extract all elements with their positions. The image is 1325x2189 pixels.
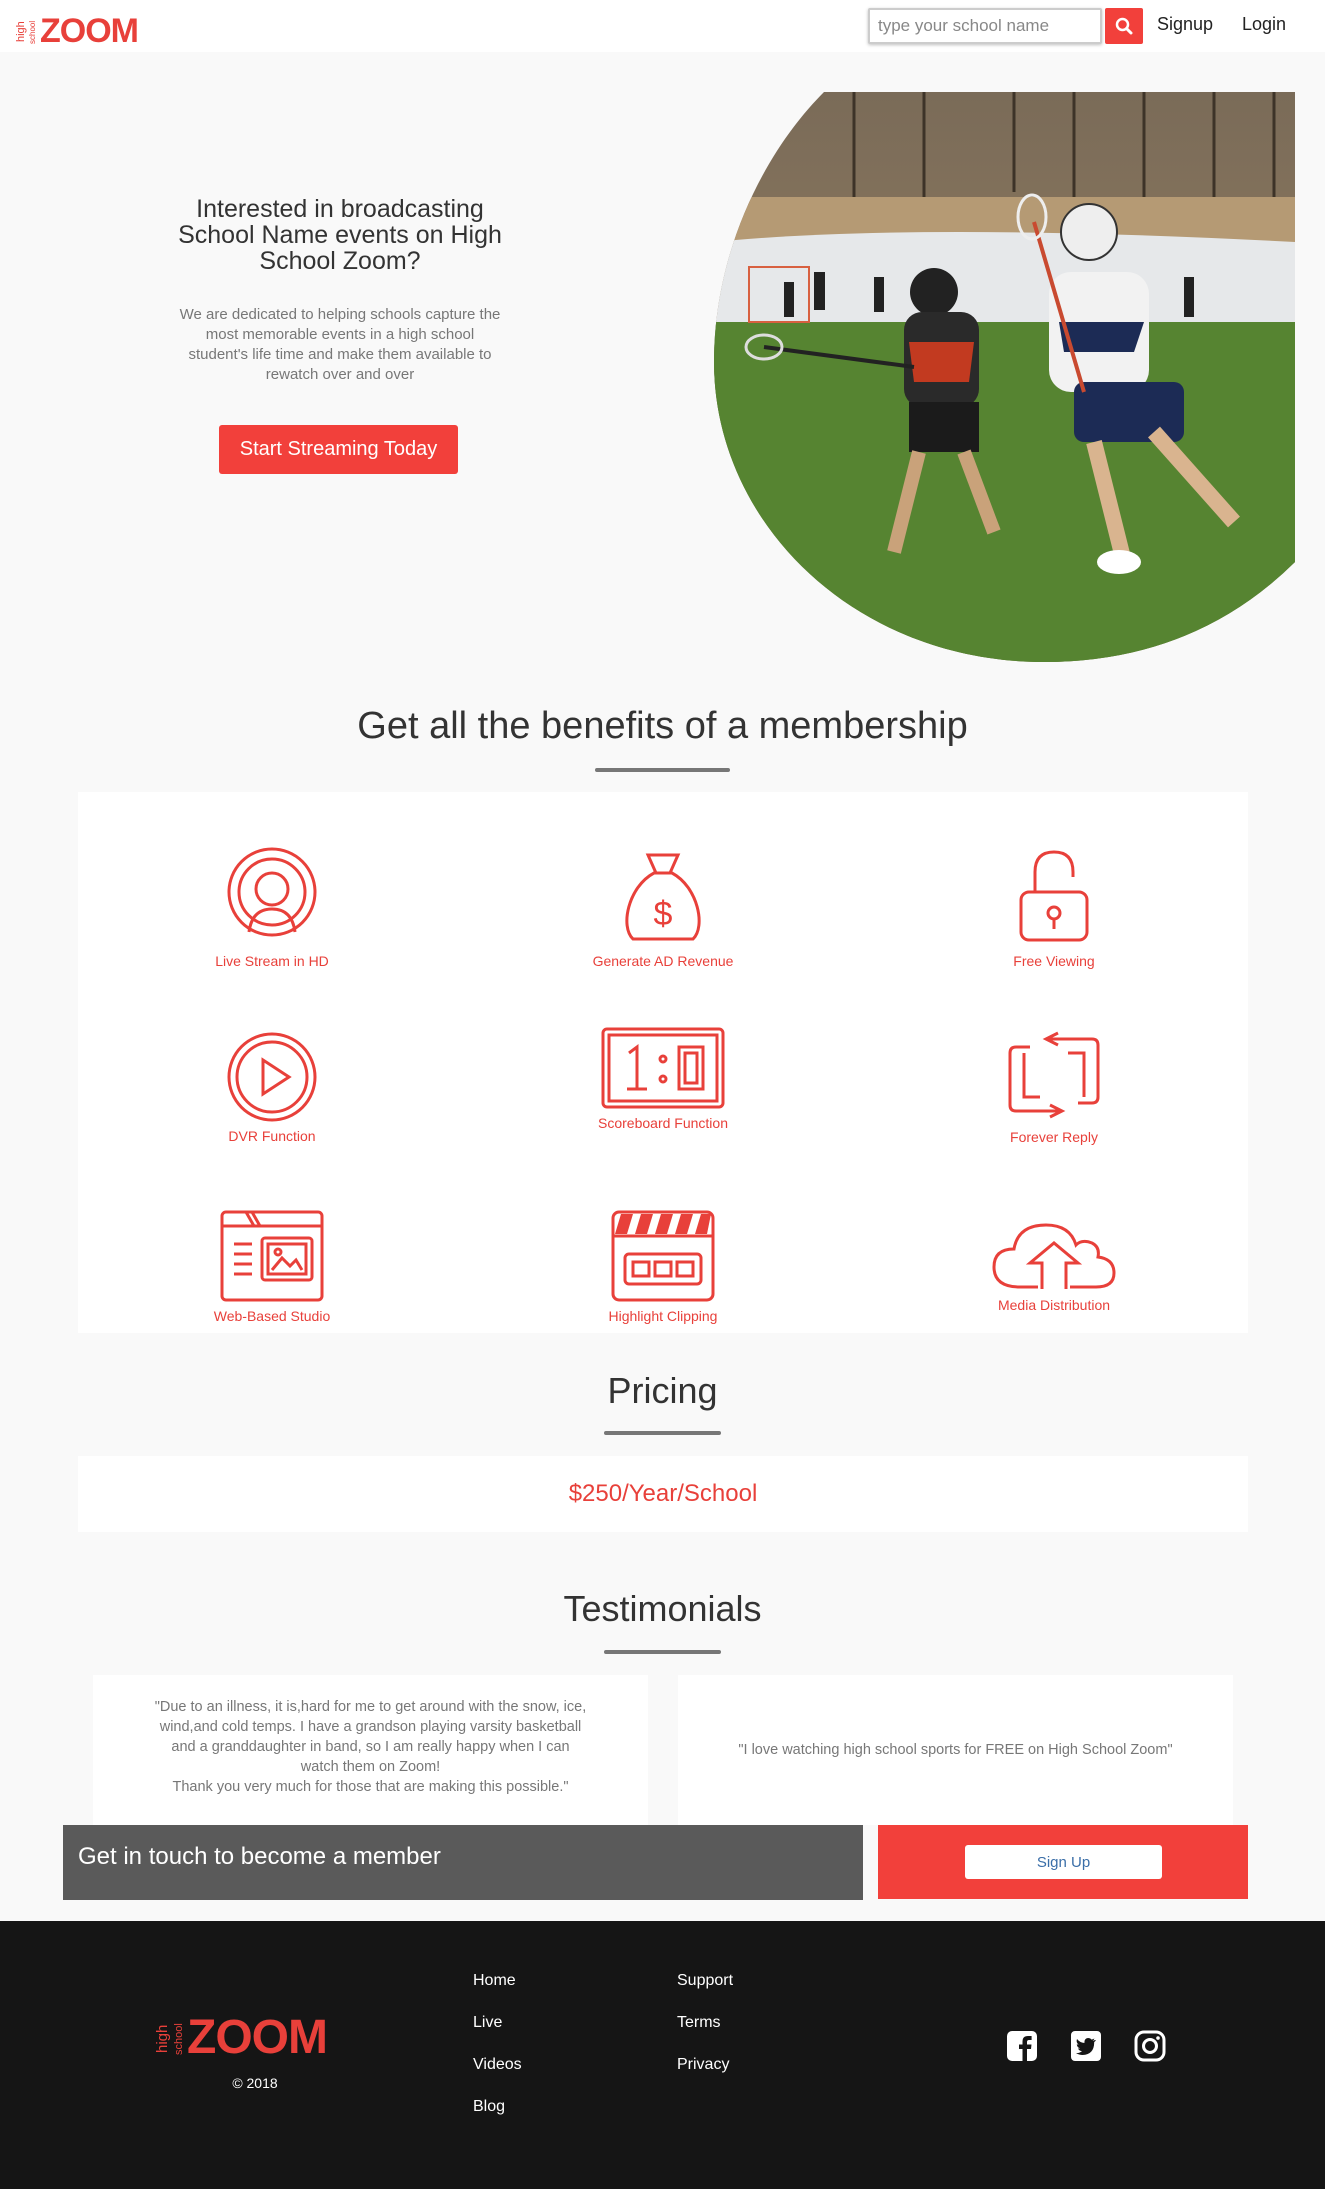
price-value: $250/Year/School bbox=[568, 1480, 758, 1507]
browser-studio-icon bbox=[220, 1210, 324, 1302]
svg-text:high: high bbox=[155, 2025, 171, 2053]
pricing-title-underline bbox=[604, 1431, 721, 1435]
pricing-title: Pricing bbox=[607, 1370, 718, 1411]
footer-link-support[interactable]: Support bbox=[677, 1972, 733, 1990]
cloud-upload-icon bbox=[992, 1223, 1116, 1289]
sign-up-button[interactable]: Sign Up bbox=[965, 1845, 1162, 1879]
school-search-input[interactable] bbox=[868, 8, 1102, 44]
benefit-label: Media Distribution bbox=[997, 1297, 1111, 1313]
hero-description: We are dedicated to helping schools capt… bbox=[179, 306, 501, 383]
benefit-label: Free Viewing bbox=[1013, 953, 1095, 969]
footer-link-terms[interactable]: Terms bbox=[677, 2014, 721, 2032]
benefits-title-underline bbox=[595, 768, 730, 772]
footer-logo[interactable]: high school ZOOM bbox=[154, 2005, 355, 2064]
cta-band-text: Get in touch to become a member bbox=[78, 1843, 441, 1870]
unlocked-padlock-icon bbox=[1019, 850, 1089, 942]
footer-link-videos[interactable]: Videos bbox=[473, 2056, 522, 2074]
cta-signup-panel: Sign Up bbox=[878, 1825, 1248, 1899]
benefits-panel: Live Stream in HD $ Generate AD Revenue … bbox=[78, 792, 1248, 1333]
benefit-scoreboard: Scoreboard Function bbox=[513, 1027, 813, 1131]
footer-link-privacy[interactable]: Privacy bbox=[677, 2056, 729, 2074]
benefit-highlight-clipping: Highlight Clipping bbox=[513, 1210, 813, 1324]
login-link[interactable]: Login bbox=[1242, 14, 1286, 35]
svg-text:high: high bbox=[15, 21, 27, 42]
benefit-label: Forever Reply bbox=[1010, 1129, 1098, 1145]
search-icon bbox=[1115, 17, 1133, 35]
footer-link-live[interactable]: Live bbox=[473, 2014, 502, 2032]
twitter-icon[interactable] bbox=[1070, 2030, 1102, 2062]
benefit-media-distribution: Media Distribution bbox=[904, 1217, 1204, 1313]
testimonial-quote: "I love watching high school sports for … bbox=[738, 1742, 1173, 1758]
benefit-ad-revenue: $ Generate AD Revenue bbox=[513, 847, 813, 969]
testimonial-card: "Due to an illness, it is,hard for me to… bbox=[93, 1675, 648, 1825]
footer-link-blog[interactable]: Blog bbox=[473, 2098, 505, 2116]
benefit-forever-reply: Forever Reply bbox=[904, 1027, 1204, 1145]
testimonials-title: Testimonials bbox=[563, 1588, 762, 1629]
benefit-label: DVR Function bbox=[228, 1128, 316, 1144]
svg-text:$: $ bbox=[654, 895, 673, 933]
money-bag-icon: $ bbox=[625, 853, 701, 941]
benefit-web-studio: Web-Based Studio bbox=[122, 1210, 422, 1324]
footer-link-home[interactable]: Home bbox=[473, 1972, 516, 1990]
contact-cta-band: Get in touch to become a member bbox=[63, 1825, 863, 1900]
live-stream-icon bbox=[227, 847, 317, 937]
svg-text:school: school bbox=[173, 2023, 185, 2055]
start-streaming-button[interactable]: Start Streaming Today bbox=[219, 425, 458, 474]
facebook-icon[interactable] bbox=[1006, 2030, 1038, 2062]
benefit-label: Generate AD Revenue bbox=[592, 953, 734, 969]
hero-title: Interested in broadcasting School Name e… bbox=[178, 195, 502, 275]
testimonial-quote: "Due to an illness, it is,hard for me to… bbox=[154, 1699, 587, 1775]
benefit-dvr: DVR Function bbox=[122, 1032, 422, 1144]
scoreboard-icon bbox=[601, 1027, 725, 1109]
signup-link[interactable]: Signup bbox=[1157, 14, 1213, 35]
benefit-label: Web-Based Studio bbox=[213, 1308, 331, 1324]
pricing-panel: $250/Year/School bbox=[78, 1456, 1248, 1532]
site-logo[interactable]: high school ZOOM bbox=[14, 8, 164, 50]
copyright: © 2018 bbox=[232, 2075, 278, 2091]
benefit-label: Live Stream in HD bbox=[215, 953, 329, 969]
benefit-live-stream: Live Stream in HD bbox=[122, 847, 422, 969]
play-circle-icon bbox=[227, 1032, 317, 1122]
footer-logo-wordmark: ZOOM bbox=[187, 2011, 327, 2061]
repeat-icon bbox=[1008, 1031, 1100, 1119]
benefit-label: Scoreboard Function bbox=[598, 1115, 728, 1131]
benefit-free-viewing: Free Viewing bbox=[904, 847, 1204, 969]
testimonial-card: "I love watching high school sports for … bbox=[678, 1675, 1233, 1825]
testimonial-quote-line2: Thank you very much for those that are m… bbox=[172, 1779, 569, 1795]
testimonials-title-underline bbox=[604, 1650, 721, 1654]
benefits-title: Get all the benefits of a membership bbox=[357, 705, 968, 747]
logo-wordmark: ZOOM bbox=[40, 12, 138, 48]
benefit-label: Highlight Clipping bbox=[608, 1308, 718, 1324]
clapperboard-icon bbox=[611, 1210, 715, 1302]
search-button[interactable] bbox=[1105, 8, 1143, 44]
site-header: high school ZOOM Signup Login bbox=[0, 0, 1325, 52]
instagram-icon[interactable] bbox=[1134, 2030, 1166, 2062]
hero-image bbox=[714, 92, 1295, 662]
svg-text:school: school bbox=[28, 21, 37, 44]
